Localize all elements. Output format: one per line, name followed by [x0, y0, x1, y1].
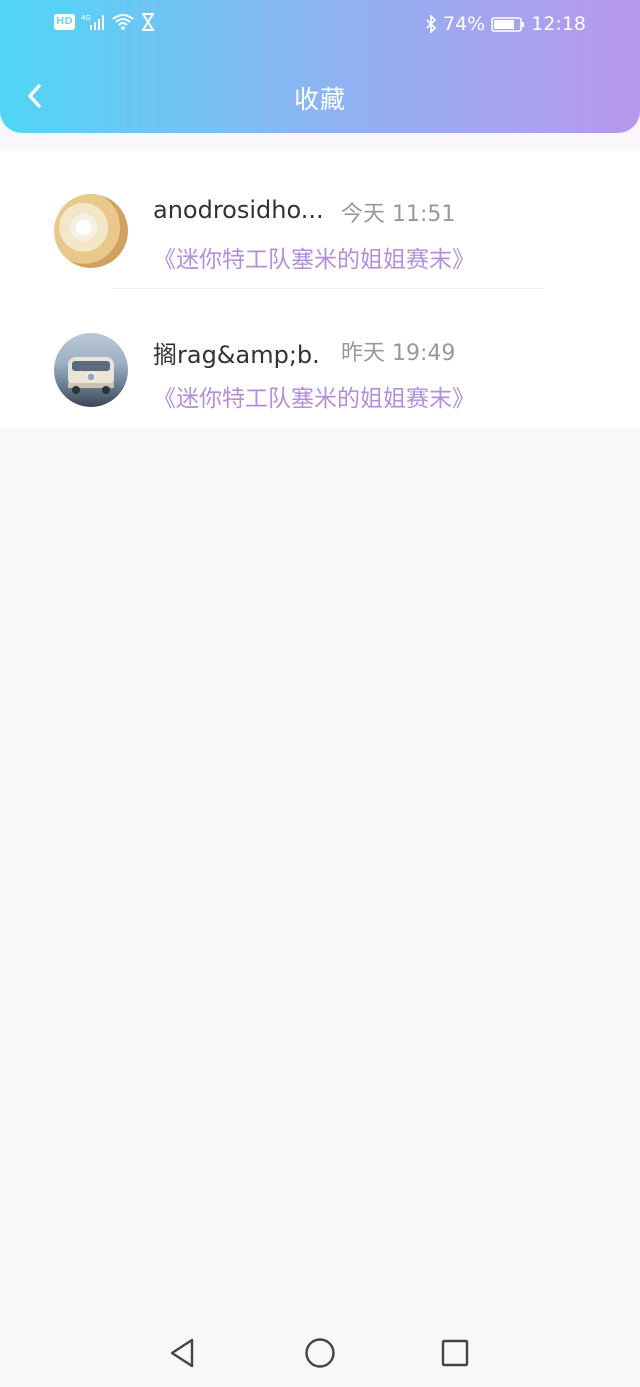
triangle-back-icon: [166, 1335, 202, 1371]
avatar[interactable]: [54, 194, 128, 268]
battery-percent: 74%: [443, 13, 486, 35]
book-title[interactable]: 《迷你特工队塞米的姐姐赛末》: [153, 240, 475, 274]
list-item[interactable]: 搁rag&amp;b... 昨天 19:49 《迷你特工队塞米的姐姐赛末》: [0, 289, 640, 428]
avatar[interactable]: [54, 333, 128, 407]
svg-text:4G: 4G: [81, 14, 91, 22]
page-title: 收藏: [293, 85, 346, 114]
nav-home-button[interactable]: [302, 1335, 338, 1371]
favorites-list: anodrosidho... 今天 11:51 《迷你特工队塞米的姐姐赛末》 搁…: [0, 150, 640, 429]
list-item[interactable]: anodrosidho... 今天 11:51 《迷你特工队塞米的姐姐赛末》: [0, 150, 640, 289]
square-recents-icon: [437, 1335, 473, 1371]
status-right: 74% 12:18: [425, 13, 586, 35]
nav-recents-button[interactable]: [437, 1335, 473, 1371]
book-title[interactable]: 《迷你特工队塞米的姐姐赛末》: [153, 379, 475, 413]
status-left: HD 4G: [54, 13, 155, 31]
van-image: [68, 357, 114, 394]
hd-badge: HD: [54, 14, 75, 30]
circle-home-icon: [302, 1335, 338, 1371]
timestamp: 昨天 19:49: [341, 341, 456, 366]
wifi-icon: [111, 13, 135, 31]
bluetooth-icon: [425, 15, 437, 33]
system-nav-bar: [0, 1317, 640, 1387]
user-name: 搁rag&amp;b...: [153, 341, 321, 369]
user-name: anodrosidho...: [153, 196, 321, 224]
header: HD 4G 74% 12:18 收藏: [0, 0, 640, 133]
nav-back-button[interactable]: [166, 1335, 202, 1371]
cellular-signal-icon: 4G: [81, 13, 105, 31]
clock: 12:18: [531, 13, 586, 35]
title-bar: 收藏: [0, 70, 640, 126]
hourglass-icon: [141, 13, 155, 31]
timestamp: 今天 11:51: [341, 202, 456, 227]
status-bar: HD 4G 74% 12:18: [0, 0, 640, 52]
battery-icon: [491, 15, 525, 33]
